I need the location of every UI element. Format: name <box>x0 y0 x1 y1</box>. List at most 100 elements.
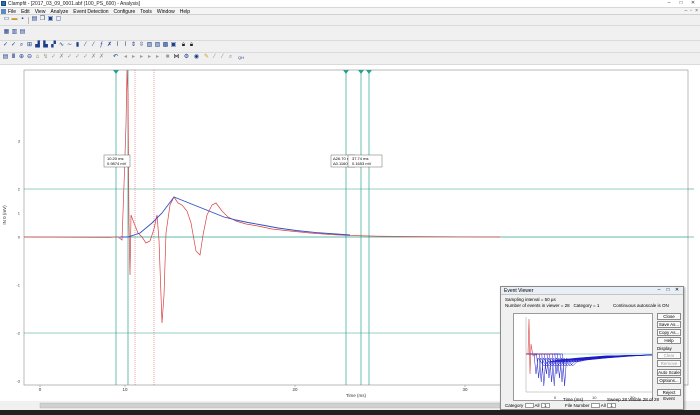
event-prev-icon: ✓ <box>82 54 89 60</box>
histogram-icon[interactable]: ▮ <box>74 42 81 49</box>
align-icon[interactable]: ▩ <box>162 42 169 49</box>
graph-alt-icon[interactable]: ⌇ <box>122 42 129 49</box>
lock-icon[interactable]: 🔒︎ <box>180 42 187 49</box>
app-icon <box>1 1 6 6</box>
fit-icon[interactable]: ⁄ <box>82 42 89 49</box>
qh-icon[interactable]: QH <box>236 54 246 61</box>
graph-icon[interactable]: ⌇ <box>114 42 121 49</box>
event-viewer-title: Event Viewer <box>504 288 534 294</box>
y-tick-label: -1 <box>16 283 20 288</box>
chart-icon[interactable]: ▟ <box>34 42 41 49</box>
event-reject-icon: ✗ <box>58 54 65 60</box>
trend-alt-icon[interactable]: ∼ <box>66 42 73 49</box>
event-viewer-window-controls: – □ ✕ <box>655 287 681 293</box>
event-viewer-maximize-button[interactable]: □ <box>664 287 672 293</box>
document-icon[interactable] <box>1 9 6 14</box>
event-viewer-titlebar[interactable]: Event Viewer – □ ✕ <box>501 287 683 295</box>
maximize-button[interactable]: □ <box>676 0 686 7</box>
sampling-interval: Sampling interval = 50 µs <box>505 297 556 302</box>
y-tick-label: 2 <box>18 187 21 192</box>
event-overlay-svg[interactable]: 0 10 20 <box>514 314 654 402</box>
minimize-button[interactable]: – <box>664 0 674 7</box>
y-tick-label: 3 <box>18 139 21 144</box>
bell-icon[interactable]: ⌂ <box>34 54 41 61</box>
settings-icon[interactable]: ⚙ <box>183 54 190 61</box>
category-value-field[interactable]: 1 <box>540 403 550 409</box>
close-window-button[interactable]: ✕ <box>688 0 698 7</box>
marker-alt-icon[interactable]: ⁄ <box>219 54 226 61</box>
bar-chart-icon[interactable]: ▞ <box>50 42 57 49</box>
transform-alt-icon[interactable]: ▨ <box>154 42 161 49</box>
x-tick-label: 20 <box>292 387 298 392</box>
event-select-icon[interactable]: ▤ <box>2 54 9 61</box>
clear-icon[interactable]: ✗ <box>106 42 113 49</box>
copy-icon[interactable]: ❐ <box>39 16 46 23</box>
event-viewer-window[interactable]: Event Viewer – □ ✕ Sampling interval = 5… <box>500 286 684 410</box>
pencil-icon[interactable]: ✎ <box>203 54 210 61</box>
fit-alt-icon[interactable]: ⁄ <box>90 42 97 49</box>
event-viewer-close-icon[interactable]: ✕ <box>673 287 681 293</box>
window-controls: – □ ✕ <box>664 0 698 7</box>
copy-as-button[interactable]: Copy As... <box>657 329 681 336</box>
ev-x-tick-10: 10 <box>592 395 597 400</box>
transform-icon[interactable]: ▧ <box>146 42 153 49</box>
document-minimize-button[interactable]: – <box>685 8 688 14</box>
event-remove-icon[interactable]: ⊖ <box>26 54 33 61</box>
help-button[interactable]: Help <box>657 337 681 344</box>
trend-icon[interactable]: ∿ <box>58 42 65 49</box>
layout-icon[interactable]: ▦ <box>3 29 10 36</box>
event-viewer-minimize-button[interactable]: – <box>655 287 663 293</box>
zoom-area-icon[interactable]: ⊞ <box>26 42 33 49</box>
x-tick-label: 0 <box>39 387 42 392</box>
document-restore-button[interactable]: ▫ <box>690 8 692 14</box>
close-button[interactable]: Close <box>657 313 681 320</box>
status-bar <box>0 410 700 415</box>
paste-icon[interactable]: ▣ <box>47 16 54 23</box>
functions-icon[interactable]: ƒ <box>98 42 105 49</box>
results-icon[interactable]: ▤ <box>19 29 26 36</box>
new-file-icon[interactable]: ▭ <box>3 16 10 23</box>
check-icon[interactable]: ✓ <box>2 42 9 49</box>
category-all-checkbox[interactable] <box>524 403 534 409</box>
scrollbar-thumb[interactable] <box>39 402 501 409</box>
auto-scale-button[interactable]: Auto Scale <box>657 369 681 376</box>
toolbar-analysis: ✓ ✓ ⌕ ⊞ ▟ ▙ ▞ ∿ ∼ ▮ ⁄ ⁄ ƒ ✗ ⌇ ⌇ ⇕ ⇳ ▧ ▨ … <box>0 41 700 53</box>
save-icon[interactable]: ▪ <box>19 16 26 23</box>
event-traces <box>526 353 653 387</box>
marker-icon[interactable]: ⁄ <box>211 54 218 61</box>
file-number-field[interactable]: 1 <box>607 403 617 409</box>
help-icon[interactable]: ◉ <box>193 54 200 61</box>
autoscale-status: Continuous autoscale is ON <box>613 303 669 308</box>
check-all-icon[interactable]: ✓ <box>10 42 17 49</box>
scale-icon[interactable]: ⇕ <box>130 42 137 49</box>
event-overlay-plot[interactable]: 0 10 20 <box>513 313 653 401</box>
document-close-button[interactable]: × <box>695 8 698 14</box>
print-icon[interactable]: ▤ <box>31 16 38 23</box>
toolbar-view: ▦ ▥ ▤ <box>0 26 700 41</box>
display-icon[interactable]: ▣ <box>170 42 177 49</box>
chart-stacked-icon[interactable]: ▙ <box>42 42 49 49</box>
search-icon[interactable]: ⌕ <box>227 54 234 61</box>
event-count-text: Number of events in viewer = 28 <box>505 303 570 308</box>
category-filter: Category All 1 <box>505 403 550 409</box>
scale-alt-icon[interactable]: ⇳ <box>138 42 145 49</box>
options-button[interactable]: Options... <box>657 377 681 384</box>
reject-event-button[interactable]: Reject Event <box>657 389 681 401</box>
event-add-icon[interactable]: ⊕ <box>18 54 25 61</box>
y-tick-label: -3 <box>16 379 20 384</box>
x-tick-label: 10 <box>122 387 128 392</box>
remove-button: Remove <box>657 360 681 367</box>
y-tick-label: 0 <box>18 235 21 240</box>
event-skip-icon: ✗ <box>90 54 97 60</box>
file-number-label: File Number <box>565 403 590 408</box>
zoom-icon[interactable]: ⌕ <box>18 42 25 49</box>
file-all-checkbox[interactable] <box>590 403 600 409</box>
lock-alt-icon[interactable]: 🔒︎ <box>188 42 195 49</box>
window-icon[interactable]: ▢ <box>55 16 62 23</box>
bowtie-icon[interactable]: ⋈ <box>173 54 180 61</box>
save-as-button[interactable]: Save As... <box>657 321 681 328</box>
event-list-icon[interactable]: Ⅲ <box>10 54 17 61</box>
undo-icon[interactable]: ↶ <box>112 54 119 61</box>
data-icon[interactable]: ▥ <box>11 29 18 36</box>
open-file-icon[interactable]: ▬ <box>11 16 18 23</box>
